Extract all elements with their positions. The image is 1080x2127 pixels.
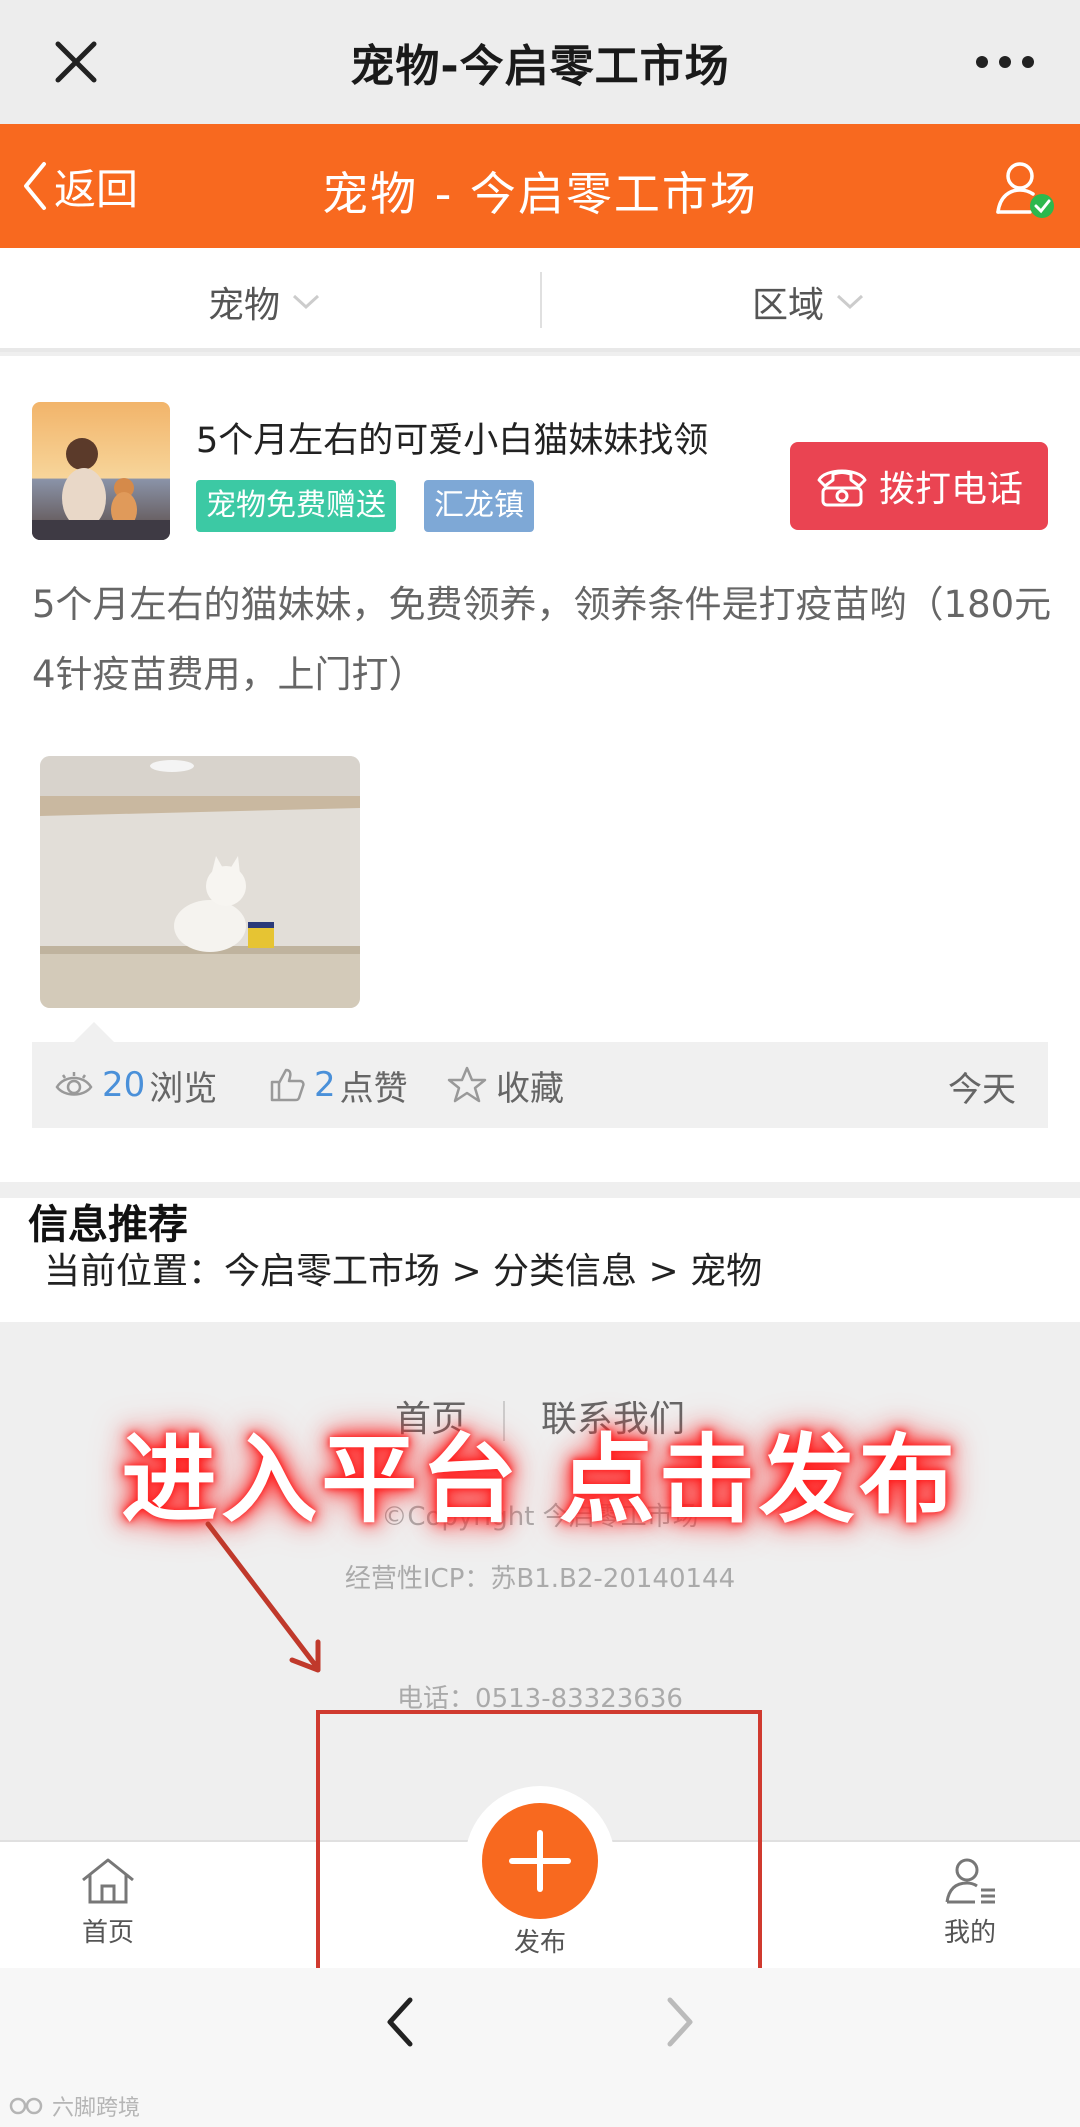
location-tag[interactable]: 汇龙镇 [424,480,534,532]
browser-nav [0,1968,1080,2127]
chevron-right-icon[interactable] [660,1992,700,2052]
recommend-section: 信息推荐 当前位置：今启零工市场 > 分类信息 > 宠物 [0,1198,1080,1322]
chevron-left-icon[interactable] [380,1992,420,2052]
filter-region[interactable]: 区域 [752,276,864,328]
filter-bar: 宠物 区域 [0,248,1080,352]
category-tag[interactable]: 宠物免费赠送 [196,480,396,532]
tab-home[interactable]: 首页 [48,1856,168,1949]
user-icon [945,1858,995,1904]
chevron-down-icon [837,294,864,310]
user-verified-icon[interactable] [992,156,1056,220]
views-stat: 20 浏览 [54,1062,218,1109]
watermark-logo-icon [9,2097,43,2115]
post-description: 5个月左右的猫妹妹，免费领养，领养条件是打疫苗哟（180元4针疫苗费用，上门打） [32,583,1052,696]
favorite-button[interactable]: 收藏 [446,1062,564,1109]
post-card: 5个月左右的可爱小白猫妹妹找领 宠物免费赠送 汇龙镇 拨打电话 5个月左右的猫妹… [0,356,1080,1182]
site-header: 返回 宠物 - 今启零工市场 [0,124,1080,248]
watermark: 六脚跨境 [8,2090,140,2122]
filter-region-label: 区域 [752,285,825,326]
thumbs-up-icon [270,1068,305,1102]
page-title: 宠物-今启零工市场 [350,41,730,92]
phone-icon [817,469,867,507]
highlight-box [316,1710,762,1980]
home-icon [82,1858,134,1904]
wechat-titlebar: 宠物-今启零工市场 [0,0,1080,124]
filter-category-label: 宠物 [208,285,281,326]
breadcrumb[interactable]: 当前位置：今启零工市场 > 分类信息 > 宠物 [44,1242,762,1294]
call-button-label: 拨打电话 [878,469,1023,510]
watermark-text: 六脚跨境 [52,2096,141,2121]
likes-count: 2 [314,1065,336,1105]
header-title: 宠物 - 今启零工市场 [322,167,758,221]
avatar[interactable] [32,402,170,540]
likes-label: 点赞 [339,1068,408,1109]
post-title[interactable]: 5个月左右的可爱小白猫妹妹找领 [196,412,708,463]
post-date: 今天 [948,1070,1016,1110]
post-photo[interactable] [40,756,360,1008]
views-count: 20 [102,1065,146,1105]
arrow-annotation [205,1521,321,1673]
overlay-caption: 进入平台 点击发布 [121,1424,959,1536]
eye-icon [55,1072,93,1096]
chevron-down-icon [293,294,320,310]
like-button[interactable]: 2 点赞 [268,1062,408,1109]
star-icon [447,1066,487,1103]
more-icon[interactable] [970,40,1040,84]
meta-notch [72,1022,116,1044]
favorite-label: 收藏 [496,1068,564,1109]
tab-mine-label: 我的 [943,1918,996,1948]
filter-category[interactable]: 宠物 [208,276,320,328]
call-button[interactable]: 拨打电话 [790,442,1048,530]
tab-home-label: 首页 [81,1918,134,1948]
icp-license: 经营性ICP：苏B1.B2-20140144 [344,1564,736,1594]
tab-mine[interactable]: 我的 [910,1856,1030,1949]
views-label: 浏览 [149,1068,218,1109]
post-meta-bar: 20 浏览 2 点赞 收藏 今天 [32,1042,1048,1128]
divider [540,272,542,328]
